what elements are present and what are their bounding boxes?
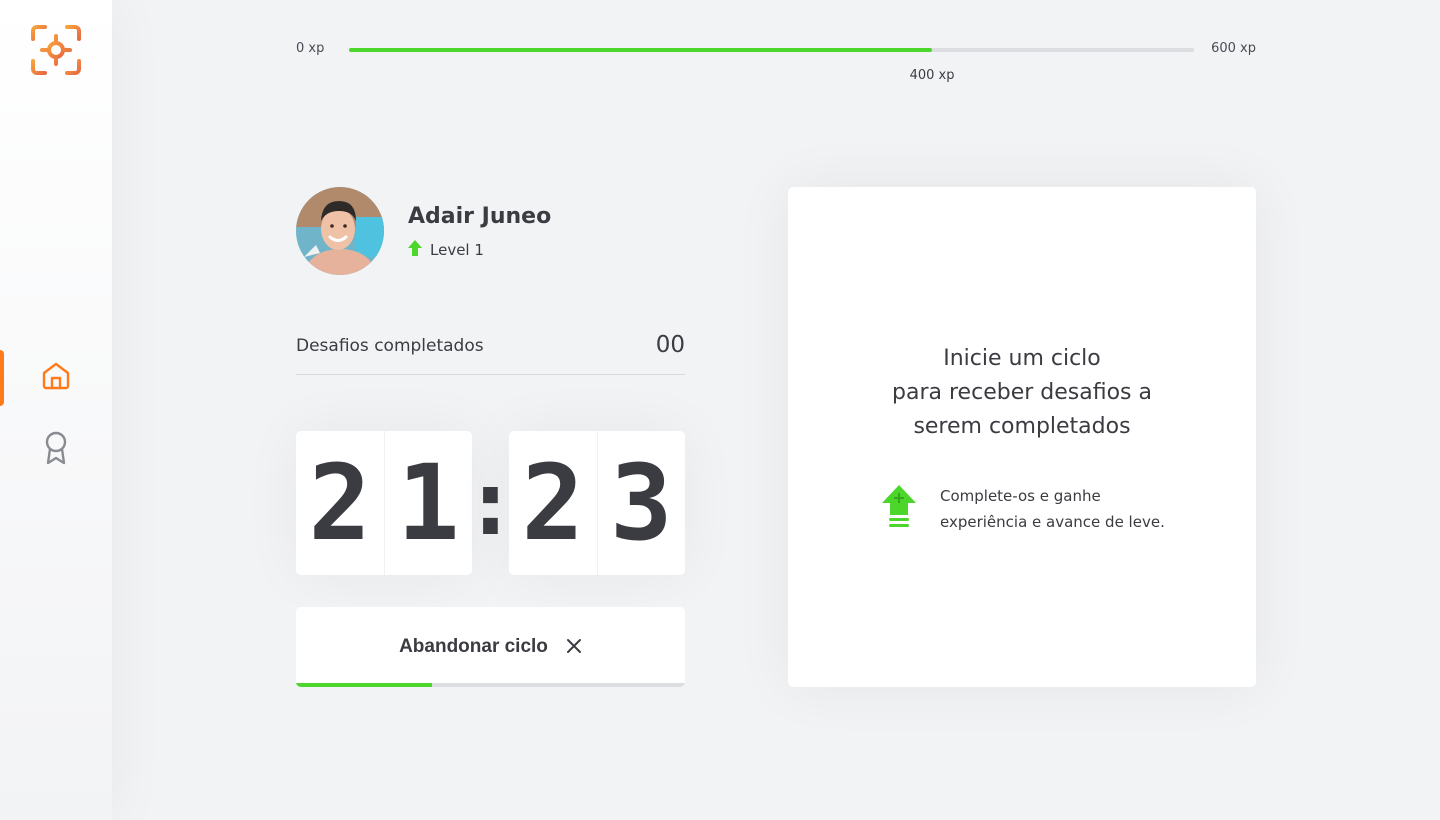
xp-track: 400 xp [349,48,1194,83]
minutes-tens-digit: 2 [296,431,385,575]
sidebar-item-awards[interactable] [0,422,112,478]
level-up-icon [408,240,422,260]
completed-challenges-count: 00 [655,332,685,358]
seconds-ones-digit: 3 [609,442,673,564]
xp-max-label: 600 xp [1211,41,1256,56]
award-icon [40,430,72,470]
challenge-box: Inicie um ciclo para receber desafios a … [788,187,1256,687]
cycle-progress-fill [296,683,433,687]
abandon-cycle-label: Abandonar ciclo [399,636,548,657]
challenge-box-title: Inicie um ciclo para receber desafios a … [788,342,1256,444]
cycle-progress-track [296,683,685,687]
countdown-separator: : [463,450,518,556]
challenge-box-title-line: Inicie um ciclo [943,346,1101,371]
close-icon [566,638,582,657]
xp-current-label: 400 xp [909,68,955,83]
hint-line: experiência e avance de leve. [940,513,1165,531]
target-logo [30,24,82,76]
xp-min-label: 0 xp [296,41,325,56]
hint-line: Complete-os e ganhe [940,487,1101,505]
avatar [296,187,384,275]
challenge-box-title-line: serem completados [913,414,1131,439]
level-up-icon [880,483,918,535]
challenge-box-title-line: para receber desafios a [892,380,1152,405]
completed-challenges: Desafios completados 00 [296,330,685,375]
user-name: Adair Juneo [408,204,552,229]
home-icon [40,360,72,396]
user-level: Level 1 [408,240,484,260]
challenge-box-hint: Complete-os e ganhe experiência e avance… [880,483,1180,535]
experience-bar: 0 xp 400 xp 600 xp [296,40,1256,83]
active-indicator [0,350,4,406]
countdown-minutes: 2 1 [296,431,472,575]
countdown: 2 1 : 2 3 [296,431,685,575]
minutes-ones-digit: 1 [396,442,460,564]
completed-challenges-label: Desafios completados [296,336,484,356]
xp-fill [349,48,933,52]
challenge-box-hint-text: Complete-os e ganhe experiência e avance… [940,483,1180,535]
level-label: Level 1 [430,241,484,259]
countdown-seconds: 2 3 [509,431,685,575]
sidebar-item-home[interactable] [0,350,112,406]
abandon-cycle-button[interactable]: Abandonar ciclo [296,607,685,687]
seconds-tens-digit: 2 [509,431,598,575]
sidebar [0,0,112,820]
